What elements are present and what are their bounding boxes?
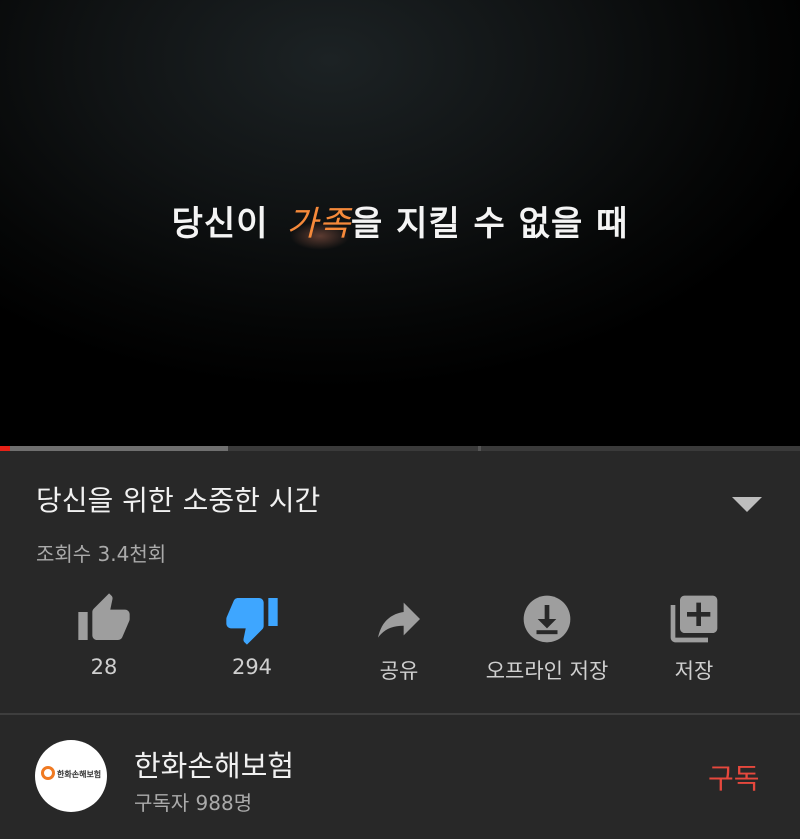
- thumbs-down-icon: [226, 598, 278, 645]
- avatar[interactable]: 한화손해보험: [35, 740, 107, 812]
- save-button[interactable]: 저장: [619, 591, 769, 685]
- dislike-button[interactable]: 294: [177, 591, 327, 679]
- like-count: 28: [90, 655, 118, 679]
- subscriber-count: 구독자 988명: [134, 791, 253, 815]
- view-count: 조회수 3.4천회: [36, 542, 167, 566]
- caption-highlight: 가족: [286, 204, 352, 244]
- like-button[interactable]: 28: [29, 591, 179, 679]
- dislike-count: 294: [231, 655, 273, 679]
- caption-part2: 을 지킬 수 없을 때: [351, 204, 629, 244]
- download-label: 오프라인 저장: [485, 659, 609, 683]
- share-label: 공유: [379, 659, 419, 683]
- channel-row[interactable]: 한화손해보험 한화손해보험 구독자 988명 구독: [0, 715, 800, 839]
- video-info: 당신을 위한 소중한 시간 조회수 3.4천회 28 294 공유 오프라인 저…: [0, 451, 800, 714]
- share-icon: [378, 602, 420, 638]
- share-button[interactable]: 공유: [324, 591, 474, 685]
- video-caption: 당신이 가족을 지킬 수 없을 때: [0, 196, 800, 245]
- save-label: 저장: [674, 659, 714, 683]
- video-title: 당신을 위한 소중한 시간: [36, 484, 321, 517]
- thumbs-up-icon: [78, 593, 130, 640]
- channel-name[interactable]: 한화손해보험: [134, 743, 294, 785]
- caption-part1: 당신이: [171, 204, 269, 244]
- hanwha-logo-icon: [41, 766, 55, 780]
- action-bar: 28 294 공유 오프라인 저장 저장: [0, 591, 800, 691]
- download-icon: [523, 595, 571, 643]
- chevron-down-icon[interactable]: [732, 497, 762, 512]
- add-to-playlist-icon: [670, 595, 718, 643]
- video-player[interactable]: 당신이 가족을 지킬 수 없을 때: [0, 0, 800, 446]
- subscribe-button[interactable]: 구독: [708, 757, 760, 797]
- avatar-label: 한화손해보험: [57, 770, 102, 779]
- download-button[interactable]: 오프라인 저장: [472, 591, 622, 685]
